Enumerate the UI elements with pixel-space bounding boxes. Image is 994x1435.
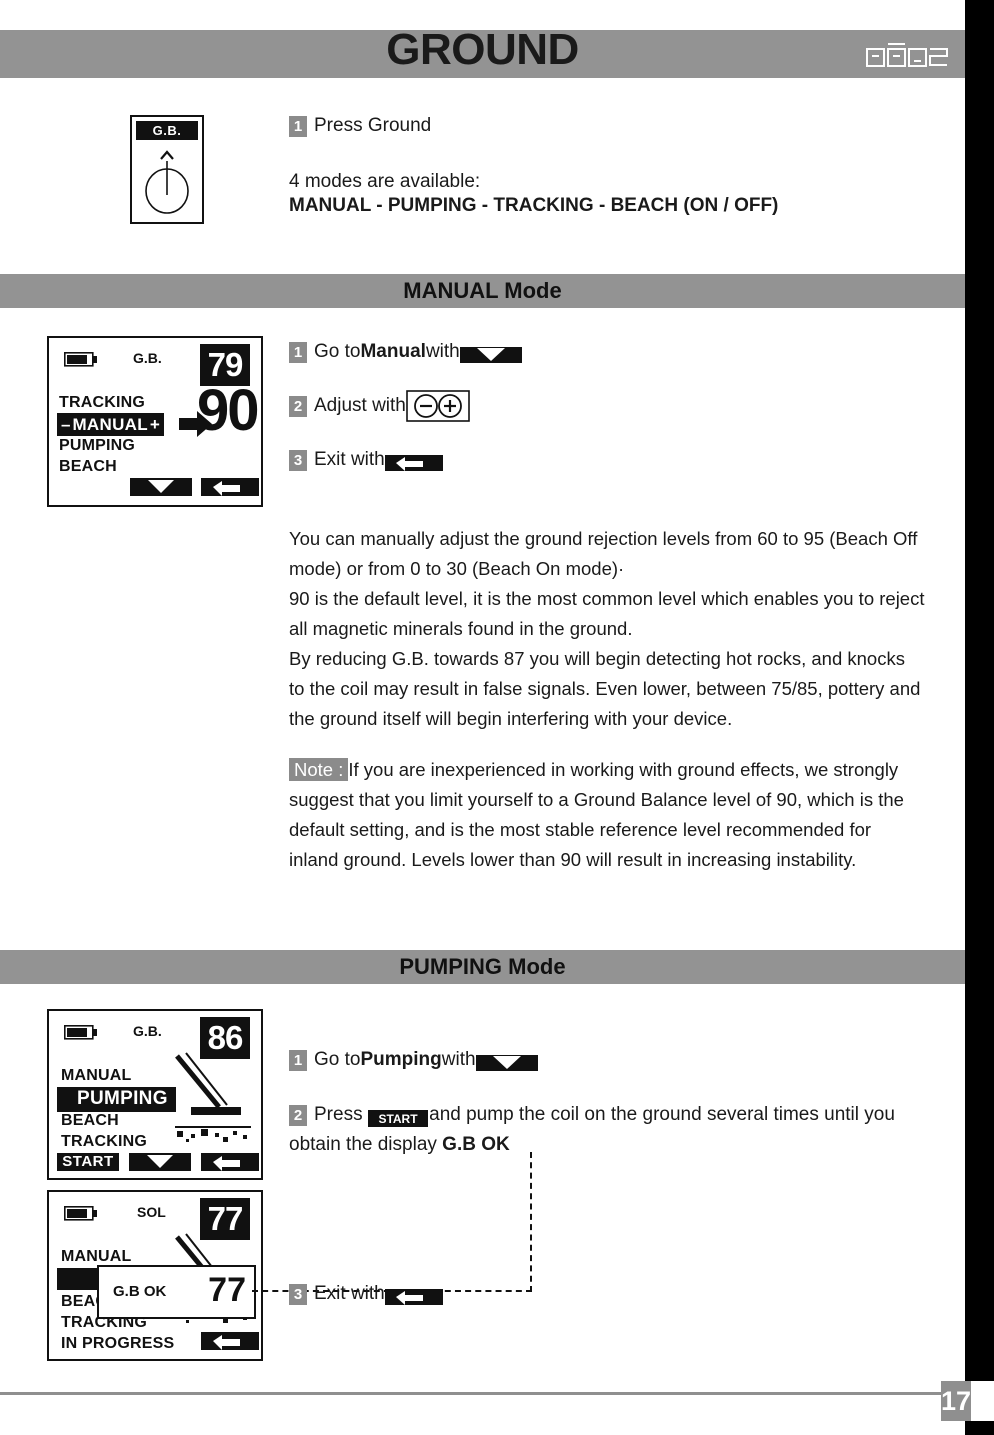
pumping-step-2-pre: Press [314, 1104, 368, 1125]
down-arrow-button-icon[interactable] [459, 344, 522, 363]
lcd-screen-pumping: G.B. 86 MANUAL PUMPING BEACH TRACKING ST… [47, 1009, 263, 1180]
manual-step-2-pre: Adjust with [314, 395, 406, 416]
lcd-selection-arrow-icon [179, 410, 213, 445]
lcd-menu-item-tracking[interactable]: TRACKING [61, 1133, 147, 1151]
lcd-selected-label: PUMPING [77, 1088, 168, 1109]
step-number-badge: 2 [289, 1105, 307, 1126]
manual-note: Note : If you are inexperienced in workin… [289, 755, 925, 875]
battery-icon [64, 352, 100, 367]
right-edge-bar-top [965, 0, 994, 1381]
lcd-back-button[interactable] [201, 1332, 259, 1350]
page-number: 17 [941, 1381, 971, 1421]
lcd-menu-item-manual-selected[interactable]: – MANUAL + [57, 413, 164, 436]
manual-paragraph-3: By reducing G.B. towards 87 you will beg… [289, 648, 921, 729]
pumping-step-3: 3 Exit with [289, 1280, 929, 1308]
lcd-status-in-progress: IN PROGRESS [61, 1335, 175, 1352]
manual-step-1-post: with [425, 341, 460, 362]
section-bar-pumping: PUMPING Mode [0, 950, 965, 984]
pumping-step-2-bold-tail: G.B OK [442, 1134, 510, 1155]
page-title: GROUND [386, 25, 579, 74]
manual-step-2: 2 Adjust with [289, 390, 909, 422]
manual-paragraph-1: You can manually adjust the ground rejec… [289, 528, 918, 579]
lcd-menu-item-tracking[interactable]: TRACKING [59, 394, 145, 412]
manual-step-1-bold: Manual [360, 341, 426, 362]
lcd-back-button[interactable] [201, 478, 259, 496]
gb-ok-callout: G.B OK 77 [97, 1265, 256, 1319]
lcd-menu-item-beach[interactable]: BEACH [61, 1112, 119, 1130]
lcd-down-button[interactable] [130, 478, 192, 496]
plus-icon[interactable]: + [150, 415, 160, 435]
svg-text:START: START [378, 1112, 418, 1126]
manual-step-3: 3 Exit with [289, 446, 909, 474]
section-bar-manual: MANUAL Mode [0, 274, 965, 308]
manual-step-1: 1 Go to Manual with [289, 338, 909, 366]
lcd-start-button[interactable]: START [57, 1153, 119, 1171]
section-title-pumping: PUMPING Mode [399, 954, 566, 979]
intro-step-1-text: Press Ground [314, 115, 432, 136]
manual-paragraph-2: 90 is the default level, it is the most … [289, 588, 925, 639]
footer-divider [0, 1392, 965, 1395]
battery-icon [64, 1025, 100, 1040]
pumping-step-1-pre: Go to [314, 1049, 361, 1070]
lcd-menu-item-beach[interactable]: BEACH [59, 458, 117, 476]
section-title-manual: MANUAL Mode [403, 278, 562, 303]
down-arrow-button-icon[interactable] [475, 1052, 538, 1071]
start-button-icon[interactable]: START [367, 1107, 428, 1127]
knob-label: G.B. [136, 121, 198, 140]
pumping-step-1: 1 Go to Pumping with [289, 1046, 929, 1074]
lcd-start-label: START [62, 1153, 114, 1170]
note-badge: Note : [289, 758, 349, 781]
pumping-step-2: 2 Press START and pump the coil on the gr… [289, 1100, 929, 1160]
step-number-badge: 3 [289, 1283, 307, 1305]
note-text: If you are inexperienced in working with… [289, 759, 904, 870]
minus-icon[interactable]: – [61, 415, 70, 435]
intro-steps: 1 Press Ground [289, 112, 909, 144]
manual-steps: 1 Go to Manual with 2 Adjust with 3 Exit… [289, 338, 909, 478]
lcd-gb-label: G.B. [133, 350, 162, 366]
right-edge-bar-bottom [965, 1421, 994, 1435]
lcd-sol-label: SOL [137, 1204, 166, 1220]
lcd-menu-selected-bar[interactable] [57, 1268, 97, 1290]
lcd-selected-label: MANUAL [72, 414, 148, 434]
modes-list-text: MANUAL - PUMPING - TRACKING - BEACH (ON … [289, 195, 779, 216]
lcd-menu-item-pumping[interactable]: PUMPING [59, 437, 135, 455]
manual-step-3-pre: Exit with [314, 449, 385, 470]
page-root: GROUND G.B. 1 Press Ground 4 modes are a… [0, 0, 994, 1435]
back-arrow-button-icon[interactable] [384, 452, 443, 471]
lcd-menu-item-pumping-selected[interactable]: PUMPING [57, 1087, 176, 1112]
pumping-step-1-post: with [441, 1049, 476, 1070]
manual-step-1-pre: Go to [314, 341, 361, 362]
pumping-step-3-pre: Exit with [314, 1283, 385, 1304]
lcd-back-button[interactable] [201, 1153, 259, 1171]
back-arrow-button-icon[interactable] [384, 1286, 443, 1305]
step-number-badge: 1 [289, 115, 307, 137]
step-number-badge: 1 [289, 1049, 307, 1071]
intro-step-1: 1 Press Ground [289, 112, 909, 140]
lcd-down-button[interactable] [129, 1153, 191, 1171]
lcd-screen-manual: G.B. 79 90 TRACKING – MANUAL + PUMPING B… [47, 336, 263, 507]
gb-ok-callout-value: 77 [208, 1271, 246, 1309]
battery-icon [64, 1206, 100, 1221]
deus-logo-icon [866, 40, 958, 68]
minus-plus-button-icon[interactable] [406, 390, 470, 422]
step-number-badge: 2 [289, 395, 307, 417]
lcd-menu-item-manual[interactable]: MANUAL [61, 1067, 132, 1085]
ground-button-illustration: G.B. [130, 115, 204, 224]
step-number-badge: 3 [289, 449, 307, 471]
lcd-menu-item-manual[interactable]: MANUAL [61, 1248, 132, 1266]
knob-dial-icon [141, 145, 193, 222]
lcd-gb-label: G.B. [133, 1023, 162, 1039]
pumping-steps: 1 Go to Pumping with 2 Press START and pu… [289, 1046, 929, 1312]
step-number-badge: 1 [289, 341, 307, 363]
gb-ok-callout-text: G.B OK [113, 1283, 167, 1300]
pumping-step-1-bold: Pumping [360, 1049, 442, 1070]
